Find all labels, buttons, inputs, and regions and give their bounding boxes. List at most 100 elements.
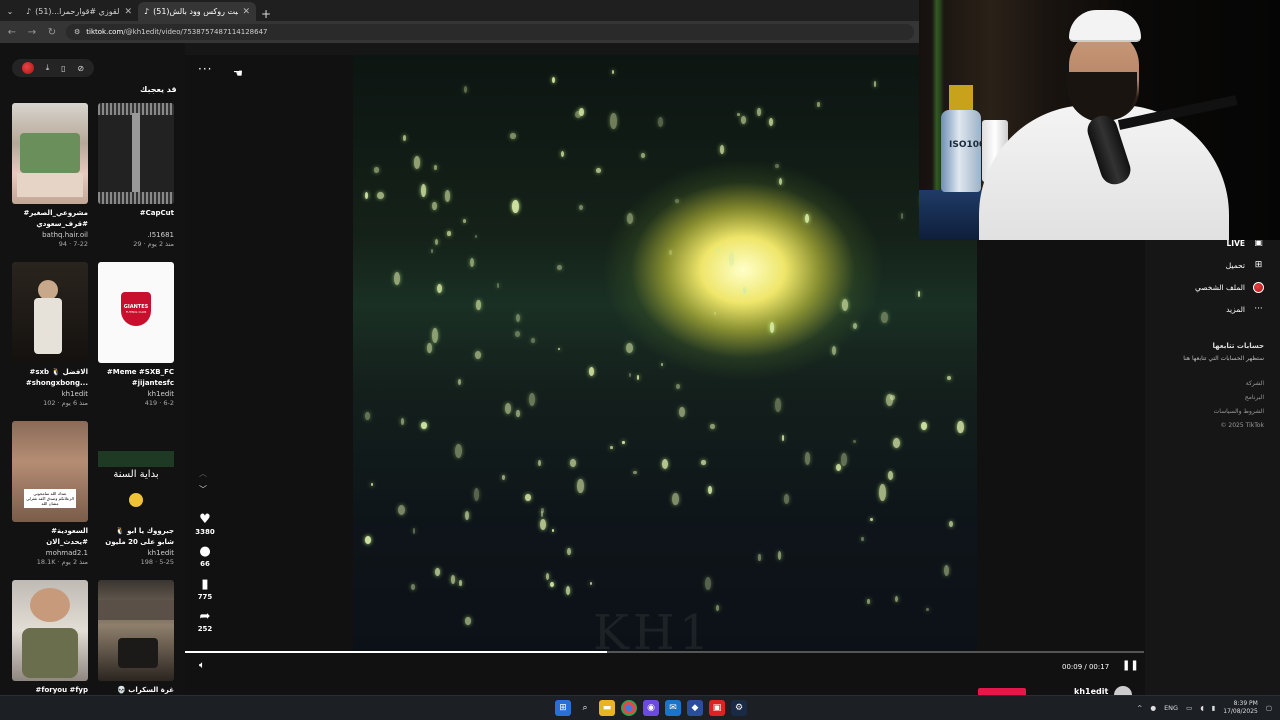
video-card[interactable]: عندك الله سامحوني الزعلانكم وصدق اكفد غف…	[12, 421, 88, 566]
particle	[528, 392, 535, 406]
particle	[867, 599, 870, 604]
card-author[interactable]: bathq.hair.oil	[12, 231, 88, 239]
particle	[589, 581, 593, 585]
following-title: حسابات تتابعها	[1212, 342, 1264, 350]
video-thumbnail[interactable]: GIANTES FUTBOL CLUB	[98, 262, 174, 363]
card-author[interactable]: kh1edit	[98, 390, 174, 398]
particle	[567, 547, 571, 556]
particle	[546, 573, 550, 581]
particle	[870, 517, 873, 521]
discord-icon[interactable]: ◉	[643, 700, 659, 716]
particle	[376, 191, 384, 200]
particle	[511, 199, 519, 214]
footer-link[interactable]: الشركة	[1246, 380, 1264, 387]
start-icon[interactable]: ⊞	[555, 700, 571, 716]
video-thumbnail[interactable]	[98, 580, 174, 681]
video-card[interactable]: GIANTES FUTBOL CLUB #Meme #SXB_FC #jijan…	[98, 262, 174, 407]
nav-upload[interactable]: تحميل ⊞	[1226, 260, 1264, 270]
browser-tab[interactable]: ♪ ياعمري بالقوزي #قوارحمرا...(51) ✕	[20, 2, 138, 21]
footer-link[interactable]: البرنامج	[1245, 394, 1264, 401]
particle	[804, 452, 811, 465]
particle	[887, 471, 894, 481]
comment-button[interactable]: ● 66	[192, 545, 218, 569]
steam-icon[interactable]: ⚙	[731, 700, 747, 716]
tab-title: ياعمري بالقوزي #قوارحمرا...(51)	[35, 7, 120, 16]
app-icon[interactable]: ◆	[687, 700, 703, 716]
video-thumbnail[interactable]	[12, 103, 88, 204]
url-input[interactable]: ⚙ tiktok.com/@kh1edit/video/753875748711…	[66, 24, 914, 40]
particle	[465, 616, 471, 625]
particle	[633, 470, 637, 475]
browser-tab-active[interactable]: ♪ (51)سحبت روكس وود بالش ✕	[138, 2, 256, 21]
video-card[interactable]: بداية السنة 🐧 جبرووك يا ابو شابو على 20 …	[98, 421, 174, 566]
reload-icon[interactable]: ↻	[46, 27, 58, 38]
card-author[interactable]: mohmad2.1	[12, 549, 88, 557]
folder-icon[interactable]: ▬	[599, 700, 615, 716]
card-author[interactable]: .I51681	[98, 231, 174, 239]
close-icon[interactable]: ✕	[242, 7, 250, 17]
previous-video-icon[interactable]: ︿	[199, 468, 207, 479]
section-title: قد يعجبك	[140, 85, 177, 94]
particle	[464, 85, 468, 94]
save-button[interactable]: ▮ 775	[192, 578, 218, 602]
compass-icon[interactable]: ⊘	[77, 64, 84, 73]
video-player[interactable]: KH1	[353, 55, 977, 651]
video-thumbnail[interactable]	[98, 103, 174, 204]
clock[interactable]: 8:39 PM 17/08/2025	[1223, 700, 1258, 716]
close-icon[interactable]: ✕	[124, 7, 132, 17]
notification-icon[interactable]: ▢	[1266, 704, 1272, 712]
progress-bar[interactable]	[185, 651, 1144, 653]
follow-button[interactable]	[978, 688, 1026, 695]
particle	[775, 164, 780, 169]
language-indicator[interactable]: ENG	[1164, 704, 1178, 712]
particle	[705, 576, 712, 591]
video-thumbnail[interactable]	[12, 262, 88, 363]
particle	[852, 439, 856, 444]
network-icon[interactable]: ▭	[1186, 704, 1192, 712]
video-card[interactable]: #foryou #fyp	[12, 580, 88, 696]
search-icon[interactable]: ⌕	[577, 700, 593, 716]
site-info-icon[interactable]: ⚙	[74, 28, 80, 36]
download-icon[interactable]: ⤓	[46, 63, 50, 73]
speaker-icon[interactable]: ◖	[1200, 704, 1203, 712]
more-options-icon[interactable]: ···	[198, 62, 212, 76]
particle	[657, 117, 663, 128]
nav-more[interactable]: المزيد ···	[1226, 304, 1264, 314]
back-icon[interactable]: ←	[6, 27, 18, 38]
chevron-up-icon[interactable]: ^	[1137, 704, 1142, 712]
next-video-icon[interactable]: ﹀	[199, 484, 207, 495]
particle	[861, 537, 864, 542]
video-thumbnail[interactable]	[12, 580, 88, 681]
card-author[interactable]: kh1edit	[12, 390, 88, 398]
card-meta: 102 · منذ 6 يوم	[43, 399, 88, 407]
nav-profile[interactable]: الملف الشخصي	[1195, 282, 1264, 293]
outlook-icon[interactable]: ✉	[665, 700, 681, 716]
capcut-icon[interactable]: ▣	[709, 700, 725, 716]
microphone-icon[interactable]: ●	[1150, 704, 1156, 712]
card-meta: 29 · منذ 2 يوم	[133, 240, 174, 248]
volume-icon[interactable]: 🔈︎	[199, 660, 205, 671]
forward-icon[interactable]: →	[26, 27, 38, 38]
video-card[interactable]: #CapCut .I51681 29 · منذ 2 يوم	[98, 103, 174, 248]
video-card[interactable]: #مشروعي_الصغير #قرف_سعودي #تجي... bathq.…	[12, 103, 88, 248]
phone-icon[interactable]: ▯	[61, 64, 65, 73]
video-thumbnail[interactable]: عندك الله سامحوني الزعلانكم وصدق اكفد غف…	[12, 421, 88, 522]
video-card[interactable]: #sxb 🐧 الافضل #shongxbong... kh1edit 102…	[12, 262, 88, 407]
card-author[interactable]: kh1edit	[98, 549, 174, 557]
video-thumbnail[interactable]: بداية السنة	[98, 421, 174, 522]
video-card[interactable]: 💀 غرة السكراب #شوتيق	[98, 580, 174, 696]
like-button[interactable]: ♥ 3380	[192, 513, 218, 537]
particle	[701, 460, 706, 465]
chrome-icon[interactable]	[621, 700, 637, 716]
pause-icon[interactable]: ❚❚	[1122, 660, 1139, 671]
share-button[interactable]: ➦ 252	[192, 610, 218, 634]
new-tab-button[interactable]: +	[256, 7, 276, 21]
meme-caption: عندك الله سامحوني الزعلانكم وصدق اكفد غف…	[24, 489, 76, 508]
battery-icon[interactable]: ▮	[1212, 704, 1216, 712]
clock-time: 8:39 PM	[1233, 700, 1258, 707]
particle	[540, 518, 547, 531]
profile-avatar[interactable]	[21, 62, 34, 74]
tab-list-button[interactable]: ⌄	[0, 2, 20, 21]
footer-link[interactable]: الشروط والسياسات	[1214, 408, 1264, 415]
card-title: #السعودية #يحدث_الان #الرياض_الان #هاشتا…	[46, 527, 88, 546]
